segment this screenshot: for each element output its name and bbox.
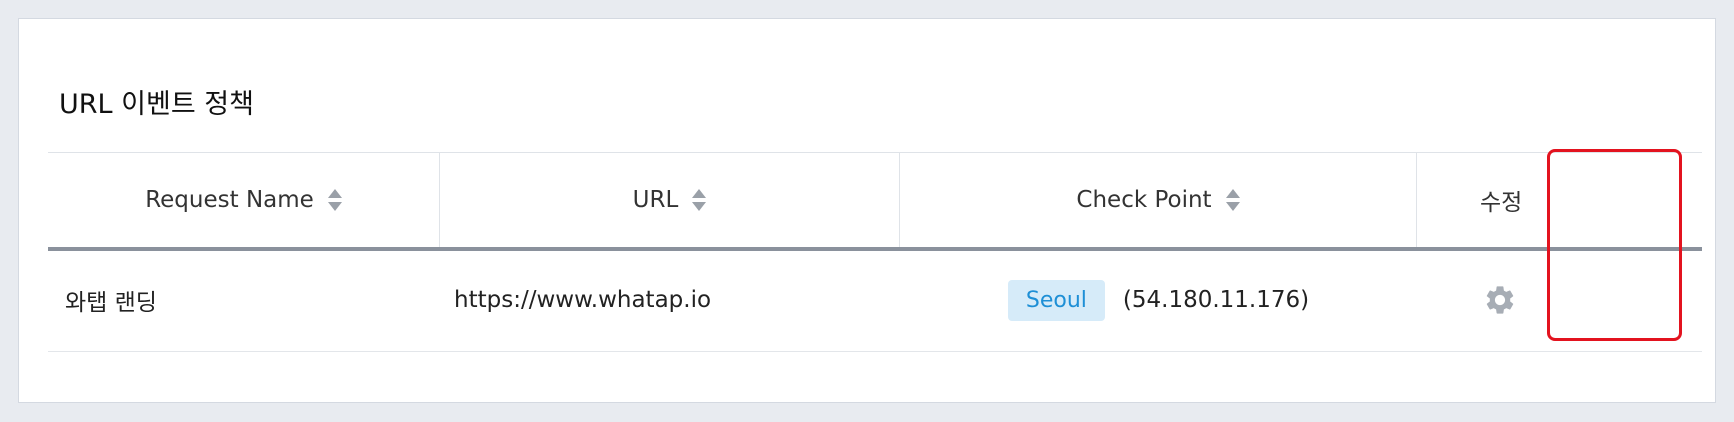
table-header-row: Request Name URL Check Point 수정 [48, 152, 1702, 251]
region-badge: Seoul [1007, 279, 1105, 321]
url-event-policy-panel: URL 이벤트 정책 Request Name URL Check Point … [18, 18, 1716, 403]
column-header-url[interactable]: URL [440, 153, 900, 247]
column-header-label: Check Point [1076, 187, 1212, 213]
sort-icon[interactable] [1225, 189, 1240, 211]
cell-request-name: 와탭 랜딩 [65, 290, 157, 316]
column-header-label: 수정 [1480, 190, 1523, 216]
sort-icon[interactable] [327, 189, 342, 211]
panel-title: URL 이벤트 정책 [59, 89, 254, 120]
column-header-label: Request Name [145, 187, 314, 213]
checkpoint-ip: (54.180.11.176) [1122, 287, 1310, 313]
cell-edit [1417, 249, 1702, 351]
column-header-request-name[interactable]: Request Name [48, 153, 440, 247]
cell-check-point: Seoul (54.180.11.176) [900, 249, 1417, 351]
column-header-label: URL [632, 187, 679, 213]
cell-url: https://www.whatap.io [454, 287, 712, 313]
gear-icon[interactable] [1483, 283, 1517, 317]
url-event-policy-table: Request Name URL Check Point 수정 와탭 랜딩 ht… [48, 152, 1702, 352]
column-header-check-point[interactable]: Check Point [900, 153, 1417, 247]
table-row: 와탭 랜딩 https://www.whatap.io Seoul (54.18… [48, 249, 1702, 352]
sort-icon[interactable] [692, 189, 707, 211]
column-header-edit: 수정 [1417, 153, 1702, 247]
